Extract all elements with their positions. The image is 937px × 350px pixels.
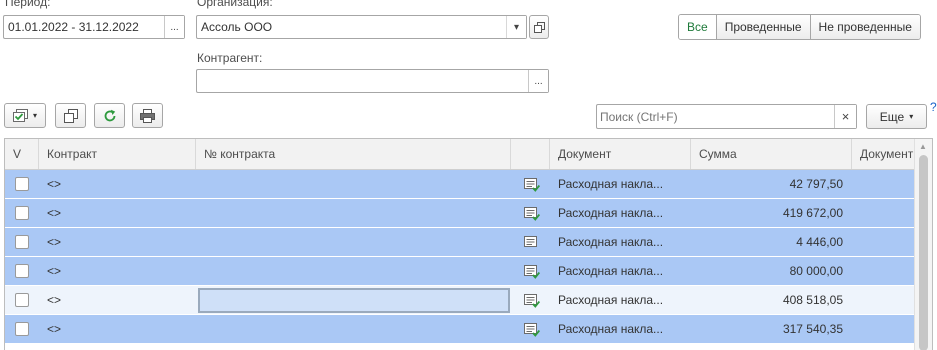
counterparty-label: Контрагент: bbox=[197, 51, 263, 65]
more-button[interactable]: Еще ▾ bbox=[866, 104, 927, 129]
table-row[interactable]: <> Расходная накла... 42 797,50 bbox=[5, 170, 915, 199]
document-posted-icon[interactable] bbox=[511, 199, 550, 227]
row-checkbox[interactable] bbox=[15, 264, 29, 278]
copy-icon bbox=[63, 108, 78, 123]
print-button[interactable] bbox=[132, 103, 163, 128]
document-cell: Расходная накла... bbox=[558, 235, 664, 249]
sum-cell: 408 518,05 bbox=[782, 293, 843, 307]
document-cell: Расходная накла... bbox=[558, 293, 664, 307]
counterparty-field[interactable]: ... bbox=[196, 69, 549, 93]
row-checkbox[interactable] bbox=[15, 235, 29, 249]
period-select-button[interactable]: ... bbox=[164, 16, 184, 38]
status-filter-posted[interactable]: Проведенные bbox=[715, 15, 810, 39]
sum-cell: 4 446,00 bbox=[796, 235, 843, 249]
column-header-mark[interactable]: V bbox=[5, 139, 39, 169]
column-header-contract[interactable]: Контракт bbox=[39, 139, 196, 169]
contract-cell: <> bbox=[47, 293, 62, 307]
mark-menu-button[interactable]: ▾ bbox=[4, 103, 46, 128]
contract-number-editor[interactable] bbox=[198, 288, 510, 313]
document-posted-icon[interactable] bbox=[511, 257, 550, 285]
copy-button[interactable] bbox=[55, 103, 86, 128]
table-row[interactable]: <> Расходная накла... 4 446,00 bbox=[5, 228, 915, 257]
clear-search-button[interactable]: × bbox=[834, 105, 856, 128]
contract-cell: <> bbox=[47, 177, 62, 191]
document-2-cell bbox=[852, 199, 915, 227]
row-checkbox[interactable] bbox=[15, 177, 29, 191]
organization-open-button[interactable] bbox=[529, 15, 549, 39]
row-checkbox[interactable] bbox=[15, 322, 29, 336]
chevron-down-icon: ▾ bbox=[909, 112, 914, 121]
document-2-cell bbox=[852, 315, 915, 343]
contract-number-cell bbox=[196, 257, 511, 285]
help-icon[interactable]: ? bbox=[930, 100, 937, 114]
sum-cell: 317 540,35 bbox=[782, 322, 843, 336]
refresh-button[interactable] bbox=[94, 103, 125, 128]
organization-label: Организация: bbox=[197, 0, 273, 9]
sum-cell: 80 000,00 bbox=[789, 264, 843, 278]
table-row[interactable]: <> Расходная накла... 317 540,35 bbox=[5, 315, 915, 344]
table-row[interactable]: <> Расходная накла... 419 672,00 bbox=[5, 199, 915, 228]
contract-number-cell bbox=[196, 315, 511, 343]
row-checkbox[interactable] bbox=[15, 293, 29, 307]
row-checkbox[interactable] bbox=[15, 206, 29, 220]
close-icon: × bbox=[841, 109, 850, 124]
document-posted-icon[interactable] bbox=[511, 286, 550, 314]
column-header-contract-number[interactable]: № контракта bbox=[196, 139, 511, 169]
more-label: Еще bbox=[879, 109, 905, 124]
status-filter[interactable]: Все Проведенные Не проведенные bbox=[678, 14, 921, 40]
contract-number-cell bbox=[196, 199, 511, 227]
sum-cell: 42 797,50 bbox=[789, 177, 843, 191]
contract-number-cell bbox=[196, 286, 511, 314]
counterparty-select-button[interactable]: ... bbox=[528, 70, 548, 92]
document-cell: Расходная накла... bbox=[558, 177, 664, 191]
period-field[interactable]: 01.01.2022 - 31.12.2022 ... bbox=[3, 15, 185, 39]
contract-number-cell bbox=[196, 228, 511, 256]
document-cell: Расходная накла... bbox=[558, 206, 664, 220]
table-header: V Контракт № контракта Документ Сумма До… bbox=[5, 139, 915, 170]
scroll-up-icon[interactable]: ▲ bbox=[919, 142, 927, 151]
status-filter-all[interactable]: Все bbox=[679, 15, 716, 39]
search-field[interactable]: × bbox=[596, 104, 857, 129]
table-row[interactable]: <> Расходная накла... 408 518,05 bbox=[5, 286, 915, 315]
sum-cell: 419 672,00 bbox=[782, 206, 843, 220]
organization-value: Ассоль ООО bbox=[201, 20, 273, 34]
contract-cell: <> bbox=[47, 264, 62, 278]
vertical-scrollbar[interactable]: ▲ bbox=[914, 139, 932, 350]
period-value: 01.01.2022 - 31.12.2022 bbox=[8, 20, 139, 34]
organization-dropdown-button[interactable]: ▾ bbox=[506, 16, 526, 38]
document-posted-icon[interactable] bbox=[511, 315, 550, 343]
scrollbar-thumb[interactable] bbox=[919, 155, 928, 350]
column-header-document-2[interactable]: Документ bbox=[852, 139, 915, 169]
document-2-cell bbox=[852, 228, 915, 256]
contract-cell: <> bbox=[47, 235, 62, 249]
table-row[interactable]: <> Расходная накла... 80 000,00 bbox=[5, 257, 915, 286]
document-cell: Расходная накла... bbox=[558, 322, 664, 336]
chevron-down-icon: ▾ bbox=[513, 21, 520, 33]
contract-cell: <> bbox=[47, 206, 62, 220]
column-header-document[interactable]: Документ bbox=[550, 139, 691, 169]
documents-table: V Контракт № контракта Документ Сумма До… bbox=[4, 138, 933, 350]
document-posted-icon[interactable] bbox=[511, 170, 550, 198]
printer-icon bbox=[140, 108, 155, 123]
document-cell: Расходная накла... bbox=[558, 264, 664, 278]
refresh-icon bbox=[104, 109, 115, 121]
search-input[interactable] bbox=[600, 107, 832, 126]
period-label: Период: bbox=[5, 0, 51, 9]
organization-field[interactable]: Ассоль ООО ▾ bbox=[196, 15, 527, 39]
document-2-cell bbox=[852, 257, 915, 285]
document-2-cell bbox=[852, 170, 915, 198]
contract-number-cell bbox=[196, 170, 511, 198]
column-header-icon[interactable] bbox=[511, 139, 550, 169]
checkbox-list-icon bbox=[12, 108, 28, 122]
contract-cell: <> bbox=[47, 322, 62, 336]
chevron-down-icon: ▾ bbox=[32, 111, 37, 120]
open-window-icon bbox=[533, 21, 545, 33]
column-header-sum[interactable]: Сумма bbox=[691, 139, 852, 169]
document-2-cell bbox=[852, 286, 915, 314]
document-icon[interactable] bbox=[511, 228, 550, 256]
status-filter-not-posted[interactable]: Не проведенные bbox=[809, 15, 920, 39]
